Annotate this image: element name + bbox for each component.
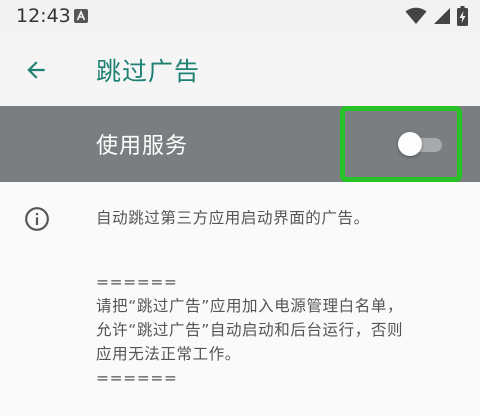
status-icons: [405, 6, 468, 26]
use-service-row[interactable]: 使用服务: [0, 106, 480, 182]
note-line-autostart: 允许“跳过广告”自动启动和后台运行，否则: [96, 321, 404, 339]
a-notification-icon: [74, 9, 88, 23]
note-line-warning: 应用无法正常工作。: [96, 345, 241, 363]
use-service-label: 使用服务: [96, 134, 189, 159]
note-separator-top: ======: [96, 273, 178, 291]
arrow-back-icon: [27, 61, 45, 79]
note-separator-bottom: ======: [96, 369, 178, 387]
info-description: 自动跳过第三方应用启动界面的广告。: [96, 209, 370, 227]
back-button[interactable]: [20, 54, 52, 86]
cell-signal-icon: [434, 8, 450, 24]
wifi-icon: [405, 7, 427, 24]
page-title: 跳过广告: [96, 57, 201, 86]
status-time: 12:43: [16, 5, 71, 27]
app-bar: 跳过广告: [0, 32, 480, 106]
note-line-whitelist: 请把“跳过广告”应用加入电源管理白名单，: [96, 297, 404, 315]
info-icon: [25, 207, 49, 231]
use-service-switch[interactable]: [398, 132, 444, 156]
info-section: 自动跳过第三方应用启动界面的广告。 ====== 请把“跳过广告”应用加入电源管…: [0, 182, 480, 416]
battery-charging-icon: [457, 6, 468, 26]
switch-thumb: [398, 132, 422, 156]
info-note: ====== 请把“跳过广告”应用加入电源管理白名单， 允许“跳过广告”自动启动…: [96, 270, 466, 390]
status-bar: 12:43: [0, 0, 480, 32]
